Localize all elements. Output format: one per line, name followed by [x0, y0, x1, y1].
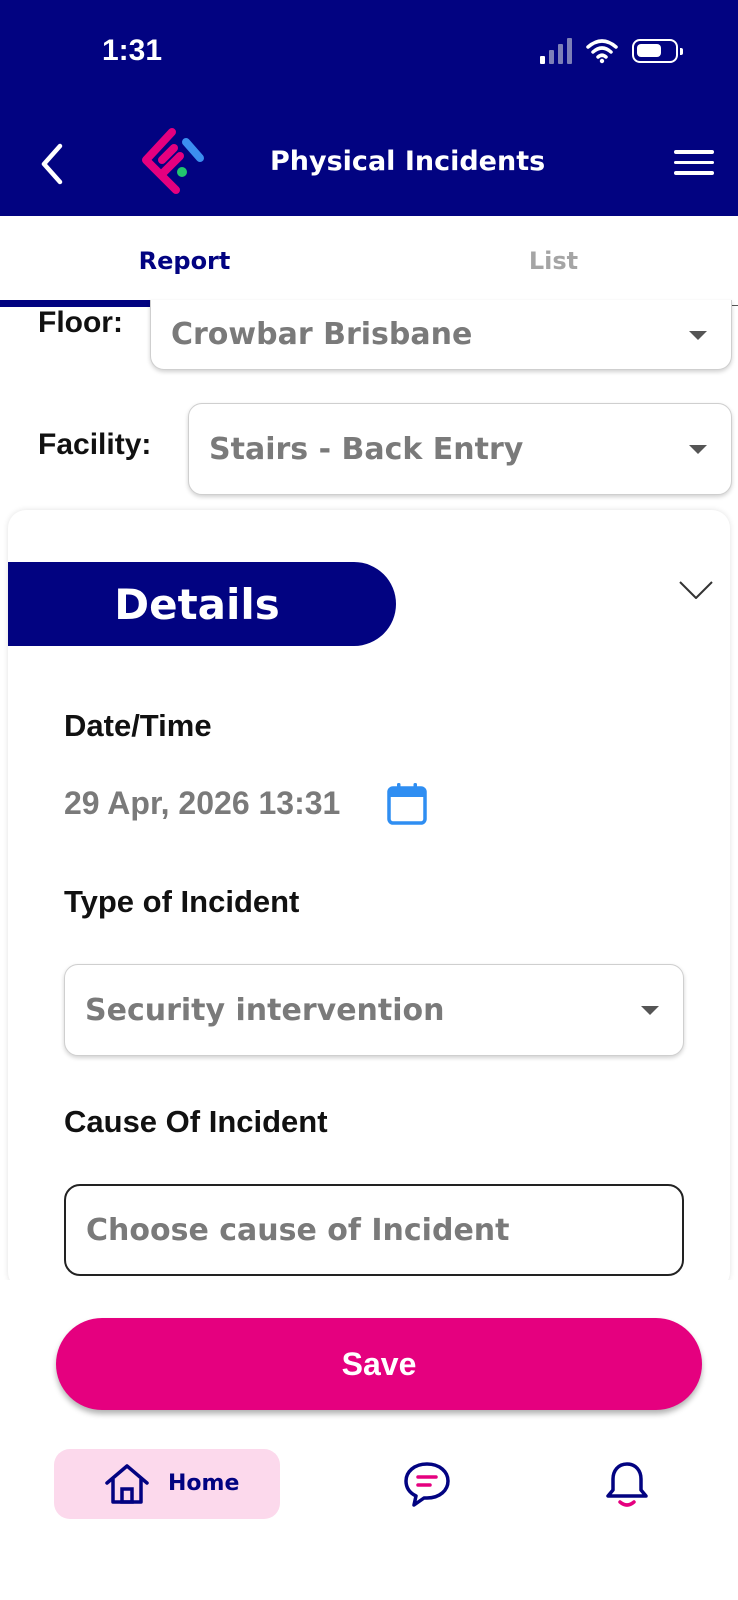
- chat-icon[interactable]: [402, 1460, 452, 1508]
- facility-dropdown[interactable]: Stairs - Back Entry: [188, 403, 732, 495]
- details-section-title: Details: [8, 562, 396, 646]
- wifi-icon: [586, 39, 618, 64]
- incident-type-label: Type of Incident: [64, 884, 300, 919]
- hamburger-menu-icon[interactable]: [674, 150, 714, 178]
- tab-bar: Report List: [0, 216, 738, 307]
- status-time: 1:31: [102, 34, 163, 67]
- facility-value: Stairs - Back Entry: [209, 431, 524, 467]
- incident-cause-placeholder: Choose cause of Incident: [86, 1212, 510, 1248]
- tab-report[interactable]: Report: [0, 216, 369, 306]
- app-header: 1:31 Physical Incidents: [0, 0, 738, 216]
- incident-cause-input[interactable]: Choose cause of Incident: [64, 1184, 684, 1276]
- save-button[interactable]: Save: [56, 1318, 702, 1410]
- incident-type-value: Security intervention: [85, 992, 445, 1028]
- facility-label: Facility:: [38, 428, 152, 461]
- back-chevron-icon[interactable]: [34, 138, 74, 190]
- nav-home-button[interactable]: Home: [54, 1449, 280, 1519]
- floor-label: Floor:: [38, 306, 123, 339]
- chevron-down-icon[interactable]: [676, 574, 716, 604]
- status-icons: [540, 38, 683, 64]
- footer: Save Home: [0, 1280, 738, 1600]
- app-logo: [142, 128, 204, 194]
- caret-down-icon: [641, 1006, 659, 1015]
- caret-down-icon: [689, 445, 707, 454]
- bell-icon[interactable]: [604, 1458, 650, 1510]
- floor-dropdown[interactable]: Crowbar Brisbane: [150, 300, 732, 370]
- battery-icon: [632, 39, 683, 63]
- caret-down-icon: [689, 330, 707, 340]
- calendar-icon[interactable]: [386, 782, 428, 826]
- floor-value: Crowbar Brisbane: [171, 317, 473, 352]
- tab-list[interactable]: List: [369, 216, 738, 306]
- cellular-signal-icon: [540, 38, 572, 64]
- details-card: Details Date/Time 29 Apr, 2026 13:31 Typ…: [8, 510, 730, 1290]
- home-icon: [105, 1464, 149, 1504]
- page-title: Physical Incidents: [270, 146, 546, 177]
- incident-type-dropdown[interactable]: Security intervention: [64, 964, 684, 1056]
- datetime-label: Date/Time: [64, 708, 212, 743]
- datetime-value[interactable]: 29 Apr, 2026 13:31: [64, 785, 340, 822]
- incident-cause-label: Cause Of Incident: [64, 1104, 328, 1139]
- nav-home-label: Home: [168, 1471, 240, 1496]
